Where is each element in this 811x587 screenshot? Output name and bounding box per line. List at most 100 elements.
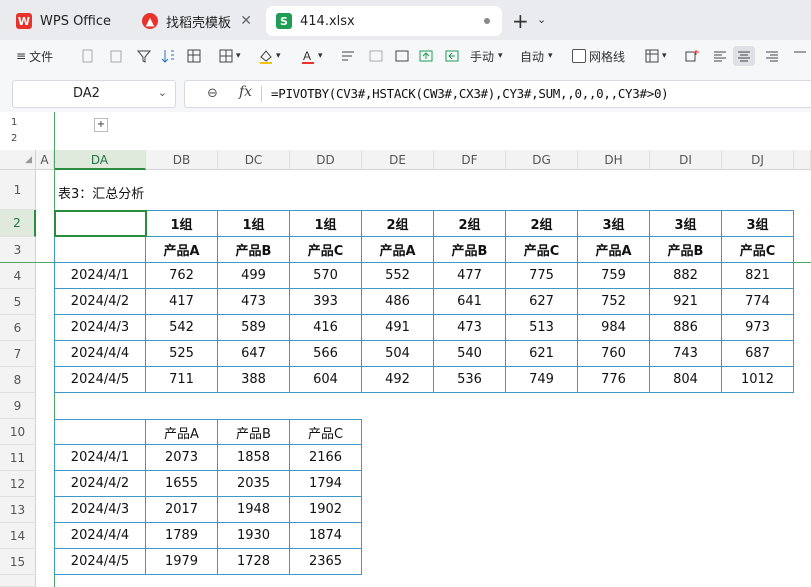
freeze-icon[interactable] (186, 46, 202, 66)
value-cell[interactable]: 774 (722, 289, 794, 315)
date-cell[interactable]: 2024/4/4 (54, 341, 146, 367)
column-header-DH[interactable]: DH (578, 150, 650, 170)
value-cell[interactable]: 525 (146, 341, 218, 367)
row-header-5[interactable]: 5 (0, 289, 36, 315)
summary-header-cell[interactable]: 产品C (290, 419, 362, 445)
summary-header-cell[interactable]: 产品A (146, 419, 218, 445)
gridlines-checkbox[interactable] (572, 49, 586, 63)
gridlines-toggle[interactable]: 网格线 (572, 46, 625, 66)
file-menu-button[interactable]: ≡ 文件 (16, 46, 53, 66)
value-cell[interactable]: 473 (434, 315, 506, 341)
outline-level-1[interactable]: 1 (11, 117, 17, 128)
value-cell[interactable]: 1728 (218, 549, 290, 575)
value-cell[interactable]: 711 (146, 367, 218, 393)
value-cell[interactable]: 804 (650, 367, 722, 393)
row-header-7[interactable]: 7 (0, 341, 36, 367)
value-cell[interactable]: 1979 (146, 549, 218, 575)
value-cell[interactable]: 393 (290, 289, 362, 315)
column-header-DE[interactable]: DE (362, 150, 434, 170)
value-cell[interactable]: 641 (434, 289, 506, 315)
value-cell[interactable]: 886 (650, 315, 722, 341)
summary-header-cell[interactable]: 产品B (218, 419, 290, 445)
value-cell[interactable]: 752 (578, 289, 650, 315)
group-header-cell[interactable]: 1组 (146, 210, 218, 237)
value-cell[interactable]: 776 (578, 367, 650, 393)
value-cell[interactable]: 552 (362, 263, 434, 289)
value-cell[interactable]: 492 (362, 367, 434, 393)
value-cell[interactable]: 984 (578, 315, 650, 341)
value-cell[interactable]: 513 (506, 315, 578, 341)
row-header-4[interactable]: 4 (0, 263, 36, 289)
row-header-9[interactable]: 9 (0, 393, 36, 419)
column-header-DC[interactable]: DC (218, 150, 290, 170)
zoom-formula-icon[interactable]: ⊖ (207, 86, 218, 101)
value-cell[interactable]: 589 (218, 315, 290, 341)
value-cell[interactable]: 921 (650, 289, 722, 315)
more-align-icon[interactable] (792, 46, 808, 66)
value-cell[interactable]: 1655 (146, 471, 218, 497)
group-header-cell[interactable]: 2组 (506, 210, 578, 237)
value-cell[interactable]: 621 (506, 341, 578, 367)
column-header-DB[interactable]: DB (146, 150, 218, 170)
value-cell[interactable]: 1789 (146, 523, 218, 549)
column-header-DA[interactable]: DA (54, 150, 146, 170)
value-cell[interactable]: 499 (218, 263, 290, 289)
product-header-cell[interactable]: 产品B (434, 237, 506, 263)
value-cell[interactable]: 749 (506, 367, 578, 393)
row-header-16[interactable] (0, 575, 36, 587)
expand-group-icon[interactable]: + (94, 118, 108, 132)
group-header-cell[interactable]: 2组 (362, 210, 434, 237)
column-header-DI[interactable]: DI (650, 150, 722, 170)
product-header-cell[interactable]: 产品C (722, 237, 794, 263)
column-header-DG[interactable]: DG (506, 150, 578, 170)
new-tab-icon[interactable]: + (512, 9, 529, 33)
value-cell[interactable]: 627 (506, 289, 578, 315)
summary-corner-cell[interactable] (54, 419, 146, 445)
value-cell[interactable]: 570 (290, 263, 362, 289)
value-cell[interactable]: 2365 (290, 549, 362, 575)
insert-icon[interactable] (394, 46, 410, 66)
value-cell[interactable]: 536 (434, 367, 506, 393)
value-cell[interactable]: 542 (146, 315, 218, 341)
row-header-8[interactable]: 8 (0, 367, 36, 393)
tab-wps-office[interactable]: W WPS Office (6, 6, 124, 36)
table-style-icon[interactable]: ▾ (644, 46, 667, 66)
date-cell[interactable]: 2024/4/2 (54, 471, 146, 497)
row-header-6[interactable]: 6 (0, 315, 36, 341)
value-cell[interactable]: 477 (434, 263, 506, 289)
value-cell[interactable]: 1930 (218, 523, 290, 549)
value-cell[interactable]: 1874 (290, 523, 362, 549)
name-box[interactable]: DA2 ⌄ (12, 80, 176, 108)
row-header-11[interactable]: 11 (0, 445, 36, 471)
value-cell[interactable]: 1012 (722, 367, 794, 393)
value-cell[interactable]: 540 (434, 341, 506, 367)
date-cell[interactable]: 2024/4/3 (54, 315, 146, 341)
value-cell[interactable]: 821 (722, 263, 794, 289)
date-cell[interactable]: 2024/4/2 (54, 289, 146, 315)
row-header-1[interactable]: 1 (0, 170, 36, 210)
close-icon[interactable]: ✕ (240, 13, 252, 29)
tab-template[interactable]: ▲ 找稻壳模板 ✕ (132, 6, 260, 36)
product-header-cell[interactable]: 产品A (146, 237, 218, 263)
fill-color-icon[interactable]: ▾ (258, 46, 281, 66)
export-icon[interactable] (418, 46, 434, 66)
product-header-cell[interactable]: 产品B (218, 237, 290, 263)
product-header-cell[interactable]: 产品C (506, 237, 578, 263)
column-header-DJ[interactable]: DJ (722, 150, 794, 170)
group-header-cell[interactable]: 1组 (218, 210, 290, 237)
formula-input[interactable]: ⊖ fx =PIVOTBY(CV3#,HSTACK(CW3#,CX3#),CY3… (184, 80, 811, 108)
value-cell[interactable]: 1948 (218, 497, 290, 523)
outline-level-2[interactable]: 2 (11, 133, 17, 144)
borders-icon[interactable]: ▾ (218, 46, 241, 66)
chevron-down-icon[interactable]: ⌄ (158, 86, 167, 99)
function-icon[interactable]: fx (239, 84, 252, 100)
value-cell[interactable]: 882 (650, 263, 722, 289)
product-header-cell[interactable]: 产品A (362, 237, 434, 263)
wrap-text-icon[interactable] (340, 46, 356, 66)
row-header-2[interactable]: 2 (0, 210, 36, 237)
column-header-next[interactable] (794, 150, 811, 170)
product-header-cell[interactable]: 产品B (650, 237, 722, 263)
sort-icon[interactable] (160, 46, 176, 66)
column-header-A[interactable]: A (36, 150, 54, 170)
value-cell[interactable]: 2073 (146, 445, 218, 471)
